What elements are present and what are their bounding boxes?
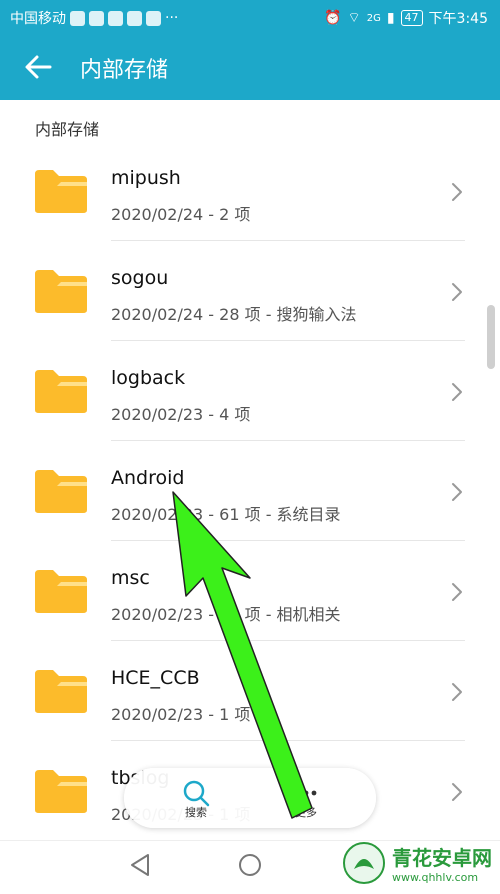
chevron-right-icon — [452, 383, 462, 401]
status-bar: 中国移动 ··· ⏰ ⌔ 2G ▮ 47 下午3:45 — [0, 0, 500, 34]
folder-row[interactable]: msc 2020/02/23 - 12 项 - 相机相关 — [0, 541, 500, 641]
chevron-right-icon — [452, 283, 462, 301]
folder-row[interactable]: mipush 2020/02/24 - 2 项 — [0, 141, 500, 241]
battery-icon: 47 — [400, 10, 423, 26]
folder-icon — [35, 370, 87, 413]
folder-name: Android — [111, 467, 185, 489]
back-arrow-icon[interactable] — [22, 50, 56, 84]
network-label: 2G — [366, 12, 381, 24]
breadcrumb[interactable]: 内部存储 — [35, 116, 99, 140]
chevron-right-icon — [452, 783, 462, 801]
folder-name: msc — [111, 567, 150, 589]
search-button[interactable]: 搜索 — [176, 774, 216, 824]
folder-row[interactable]: logback 2020/02/23 - 4 项 — [0, 341, 500, 441]
chevron-right-icon — [452, 583, 462, 601]
notification-icon — [146, 10, 161, 26]
folder-row[interactable]: Android 2020/02/23 - 61 项 - 系统目录 — [0, 441, 500, 541]
bottom-action-bar: 搜索 更多 — [124, 768, 376, 828]
notification-icon — [70, 10, 85, 26]
nav-back-icon[interactable] — [131, 854, 149, 876]
carrier-label: 中国移动 — [10, 11, 66, 27]
folder-meta: 2020/02/23 - 1 项 — [111, 705, 251, 724]
tiktok-icon — [127, 10, 142, 26]
wifi-icon: ⌔ — [347, 10, 361, 26]
folder-icon — [35, 470, 87, 513]
page-title: 内部存储 — [80, 58, 169, 83]
folder-icon — [35, 670, 87, 713]
alarm-icon: ⏰ — [324, 10, 342, 26]
chevron-right-icon — [452, 683, 462, 701]
clock: 下午3:45 — [428, 11, 488, 27]
folder-name: sogou — [111, 267, 169, 289]
folder-row[interactable]: HCE_CCB 2020/02/23 - 1 项 — [0, 641, 500, 741]
folder-name: mipush — [111, 167, 181, 189]
folder-list: mipush 2020/02/24 - 2 项 sogou 2020/02/24 - … — [0, 141, 500, 841]
watermark-title: 青花安卓网 — [392, 846, 492, 870]
folder-row[interactable]: sogou 2020/02/24 - 28 项 - 搜狗输入法 — [0, 241, 500, 341]
folder-meta: 2020/02/23 - 4 项 — [111, 405, 251, 424]
folder-meta: 2020/02/24 - 28 项 - 搜狗输入法 — [111, 305, 357, 324]
folder-meta: 2020/02/24 - 2 项 — [111, 205, 251, 224]
search-label: 搜索 — [185, 806, 207, 819]
watermark: 青花安卓网 www.qhhlv.com — [342, 838, 492, 888]
weibo-icon — [108, 10, 123, 26]
more-button[interactable]: 更多 — [286, 774, 326, 824]
more-label: 更多 — [295, 806, 317, 819]
chevron-right-icon — [452, 483, 462, 501]
signal-icon: ▮ — [386, 10, 395, 26]
folder-icon — [35, 570, 87, 613]
folder-icon — [35, 170, 87, 213]
app-bar: 内部存储 — [0, 34, 500, 100]
folder-meta: 2020/02/23 - 61 项 - 系统目录 — [111, 505, 341, 524]
folder-name: HCE_CCB — [111, 667, 200, 689]
nav-home-icon[interactable] — [239, 854, 261, 876]
scrollbar-handle[interactable] — [487, 305, 495, 369]
folder-icon — [35, 270, 87, 313]
notification-icon — [89, 10, 104, 26]
watermark-url: www.qhhlv.com — [392, 871, 479, 884]
folder-meta: 2020/02/23 - 12 项 - 相机相关 — [111, 605, 341, 624]
chevron-right-icon — [452, 183, 462, 201]
more-notifications: ··· — [165, 10, 179, 26]
folder-icon — [35, 770, 87, 813]
watermark-logo-icon — [343, 842, 385, 884]
folder-name: logback — [111, 367, 186, 389]
